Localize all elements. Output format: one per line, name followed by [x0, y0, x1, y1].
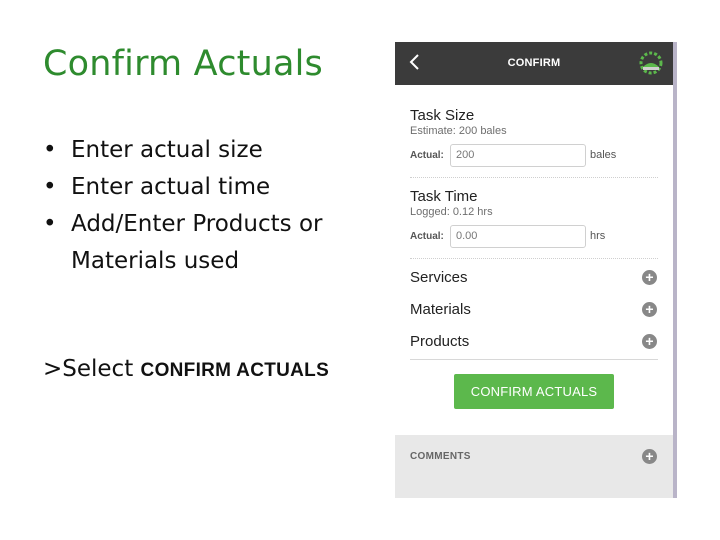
header-title: CONFIRM: [507, 57, 561, 69]
bullet-dot: •: [43, 174, 57, 200]
add-materials-plus-icon[interactable]: +: [642, 302, 657, 317]
bullet-dot: •: [43, 211, 57, 237]
bullet-text: Enter actual time: [71, 174, 271, 200]
add-comment-plus-icon[interactable]: +: [642, 449, 657, 464]
comments-row[interactable]: COMMENTS +: [410, 449, 658, 464]
task-size-row: Actual: bales: [410, 143, 658, 167]
actual-size-label: Actual:: [410, 149, 444, 161]
actual-time-input[interactable]: [450, 224, 586, 248]
select-action-text: CONFIRM ACTUALS: [140, 360, 330, 381]
comments-label: COMMENTS: [410, 451, 471, 462]
products-label: Products: [410, 333, 470, 350]
task-time-row: Actual: hrs: [410, 224, 658, 248]
materials-label: Materials: [410, 301, 471, 318]
slide-title: Confirm Actuals: [43, 44, 323, 84]
confirm-actuals-button[interactable]: CONFIRM ACTUALS: [454, 374, 614, 409]
bullet-item: • Enter actual size: [43, 132, 363, 169]
app-screenshot: CONFIRM Task Size Estimate: 200 bales Ac…: [395, 42, 677, 498]
time-unit: hrs: [590, 230, 606, 242]
comments-section: COMMENTS +: [395, 435, 673, 498]
products-row[interactable]: Products +: [410, 323, 658, 355]
services-row[interactable]: Services +: [410, 259, 658, 291]
materials-row[interactable]: Materials +: [410, 291, 658, 323]
bullet-list: • Enter actual size • Enter actual time • A…: [43, 132, 363, 280]
bullet-dot: •: [43, 137, 57, 163]
add-services-plus-icon[interactable]: +: [642, 270, 657, 285]
app-header: CONFIRM: [395, 42, 673, 85]
size-unit: bales: [590, 149, 617, 161]
add-sections-list: Services + Materials + Products +: [410, 259, 658, 360]
select-instruction: >Select CONFIRM ACTUALS: [43, 356, 329, 382]
task-size-title: Task Size: [410, 107, 475, 124]
farm-logo-icon: [637, 49, 665, 77]
confirm-wrap: CONFIRM ACTUALS: [410, 360, 658, 427]
task-time-section: Task Time Logged: 0.12 hrs Actual: hrs: [410, 178, 658, 259]
bullet-item: • Add/Enter Products or Materials used: [43, 206, 363, 280]
bullet-text: Add/Enter Products or Materials used: [71, 211, 323, 274]
bullet-text: Enter actual size: [71, 137, 263, 163]
actual-time-label: Actual:: [410, 230, 444, 242]
services-label: Services: [410, 269, 468, 286]
bullet-item: • Enter actual time: [43, 169, 363, 206]
task-size-estimate: Estimate: 200 bales: [410, 125, 507, 137]
actual-size-input[interactable]: [450, 143, 586, 167]
select-prefix: >Select: [43, 356, 141, 382]
task-size-section: Task Size Estimate: 200 bales Actual: ba…: [410, 85, 658, 178]
add-products-plus-icon[interactable]: +: [642, 334, 657, 349]
task-time-title: Task Time: [410, 188, 478, 205]
task-time-logged: Logged: 0.12 hrs: [410, 206, 493, 218]
